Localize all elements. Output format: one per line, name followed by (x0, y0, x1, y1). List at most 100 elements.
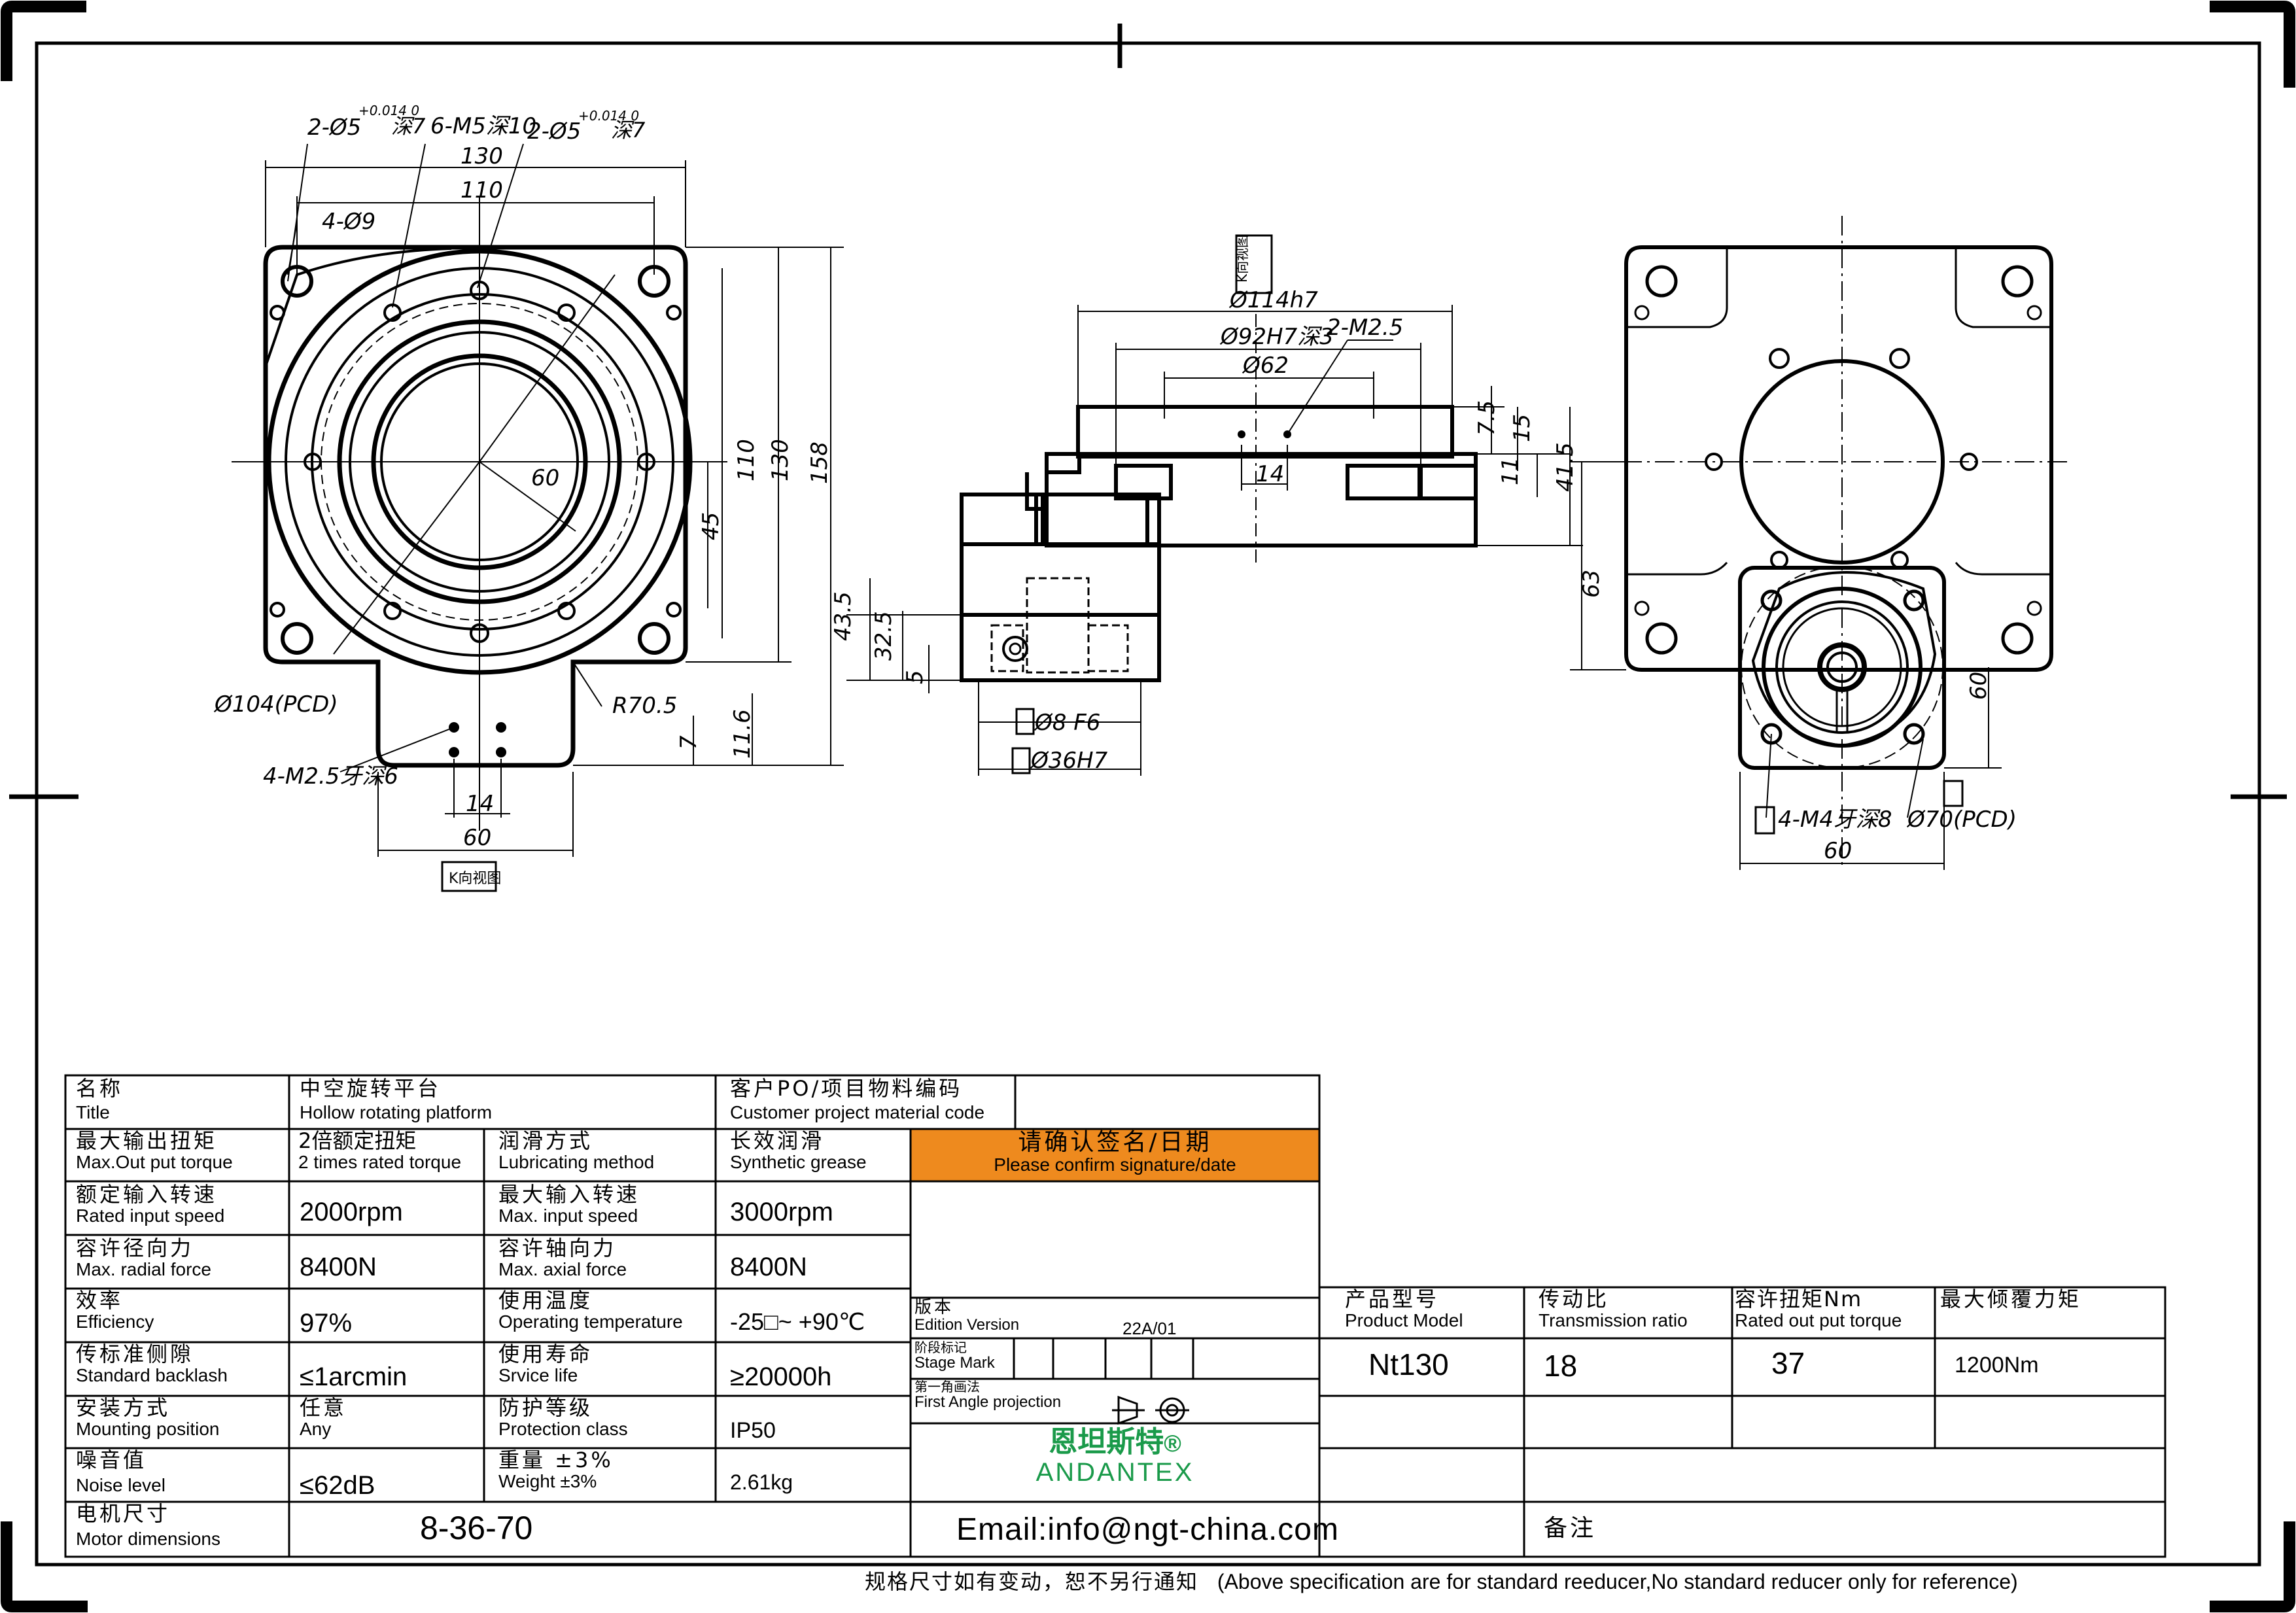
title-value: 中空旋转平台 Hollow rotating platform (300, 1076, 493, 1122)
label-dim-14-bottom: 14 (466, 791, 494, 817)
label-dim-7-5: 7.5 (1474, 400, 1500, 436)
label-dim-158: 158 (807, 442, 833, 484)
spec-row-2-rlabel: 最大输入转速 Max. input speed (498, 1182, 640, 1226)
label-d62: Ø62 (1242, 353, 1289, 379)
label-r70: R70.5 (612, 693, 677, 719)
label-dim-15: 15 (1509, 414, 1535, 442)
ratio-value: 18 (1544, 1349, 1578, 1383)
label-dim-43-5: 43.5 (830, 591, 856, 641)
spec-row-7-rvalue: 2.61kg (730, 1470, 793, 1494)
label-dim-41-5: 41.5 (1552, 442, 1578, 492)
brand-mark: ® (1164, 1430, 1181, 1457)
spec-row-1-rvalue: 长效润滑 Synthetic grease (730, 1128, 867, 1172)
label-dim-60-motor: 60 (1824, 838, 1852, 864)
label-dim-60-right: 60 (1966, 672, 1992, 700)
tilt-label: 最大倾覆力矩 (1940, 1287, 2082, 1311)
label-d114: Ø114h7 (1228, 287, 1318, 313)
spec-row-4-rlabel: 使用温度 Operating temperature (498, 1288, 683, 1332)
label-hole-a-depth: 深7 (391, 114, 426, 139)
label-pcd-104: Ø104(PCD) (213, 691, 338, 718)
datum-d-box (1754, 806, 1775, 835)
spec-row-2-value: 2000rpm (300, 1198, 403, 1226)
stage-label: 阶段标记 Stage Mark (914, 1340, 995, 1372)
spec-row-5-label: 传标准侧隙 Standard backlash (76, 1342, 228, 1385)
label-angle-60: 60 (531, 465, 559, 491)
torque-value: 37 (1771, 1346, 1805, 1380)
model-value: Nt130 (1368, 1347, 1449, 1381)
spec-row-6-rvalue: IP50 (730, 1418, 776, 1443)
side-adapter (960, 493, 1161, 682)
side-platform (1025, 405, 1478, 547)
spec-row-1-label: 最大输出扭矩 Max.Out put torque (76, 1128, 233, 1172)
side-view (846, 234, 1583, 776)
spec-row-5-rlabel: 使用寿命 Srvice life (498, 1342, 593, 1385)
edition-value: 22A/01 (1122, 1319, 1177, 1338)
k-corner-holes (1634, 265, 2042, 655)
spec-row-5-rvalue: ≥20000h (730, 1362, 832, 1391)
side-hidden (990, 577, 1129, 674)
k-flange-outline (1624, 245, 2053, 672)
projection-label: 第一角画法 First Angle projection (914, 1379, 1062, 1411)
spec-row-2-label: 额定输入转速 Rated input speed (76, 1182, 225, 1226)
label-hole-b: 2-Ø5 (527, 118, 581, 145)
torque-label: 容许扭矩Nm Rated out put torque (1735, 1287, 1902, 1330)
brand-logo: 恩坦斯特® ANDANTEX (911, 1427, 1319, 1486)
tilt-value: 1200Nm (1955, 1353, 2039, 1378)
motor-label: 电机尺寸 Motor dimensions (76, 1501, 220, 1549)
label-dim-63: 63 (1578, 570, 1605, 598)
footer-note: 规格尺寸如有变动，恕不另行通知 (Above specification are… (865, 1569, 2018, 1594)
spec-row-6-label: 安装方式 Mounting position (76, 1395, 220, 1439)
label-dim-110-right: 110 (733, 439, 759, 481)
motor-value: 8-36-70 (420, 1510, 533, 1546)
edition-label: 版本 Edition Version (914, 1298, 1020, 1334)
spec-row-1-value: 2倍额定扭矩 2 times rated torque (298, 1128, 462, 1172)
remark-label: 备注 (1544, 1515, 1597, 1542)
title-label: 名称 Title (76, 1076, 124, 1122)
spec-row-1-rlabel: 润滑方式 Lubricating method (498, 1128, 655, 1172)
email-text: Email:info@ngt-china.com (956, 1512, 1339, 1547)
label-dim-5: 5 (902, 670, 928, 684)
label-tap-top: 6-M5深10 (430, 113, 536, 139)
label-hole-a: 2-Ø5 (307, 114, 361, 141)
spec-row-3-label: 容许径向力 Max. radial force (76, 1236, 211, 1279)
label-dim-45: 45 (698, 512, 724, 540)
brand-name-cn: 恩坦斯特 (1049, 1425, 1164, 1459)
label-d92: Ø92H7深3 (1219, 324, 1334, 350)
label-pcd-70: Ø70(PCD) (1906, 806, 2017, 833)
footer-note-en: (Above specification are for standard re… (1217, 1570, 2018, 1593)
label-dim-130-top: 130 (461, 143, 503, 169)
spec-row-4-rvalue: -25□~ +90℃ (730, 1308, 865, 1335)
side-dims (846, 305, 1583, 776)
label-m25-side: 2-M2.5 (1327, 315, 1403, 341)
spec-row-3-rvalue: 8400N (730, 1253, 807, 1281)
footer-note-cn: 规格尺寸如有变动，恕不另行通知 (865, 1569, 1199, 1594)
spec-row-6-rlabel: 防护等级 Protection class (498, 1395, 628, 1439)
label-dim-11-6: 11.6 (729, 709, 756, 759)
spec-row-2-rvalue: 3000rpm (730, 1198, 833, 1226)
label-k-marker: K向视图 (1234, 235, 1250, 283)
label-hole-b-depth: 深7 (611, 118, 646, 143)
label-k-view: K向视图 (449, 871, 501, 887)
label-tap-m25: 4-M2.5牙深6 (263, 763, 398, 789)
spec-row-6-value: 任意 Any (300, 1395, 347, 1439)
label-holes-4: 4-Ø9 (322, 209, 375, 235)
label-dim-130-right: 130 (767, 439, 793, 481)
label-d36: Ø36H7 (1030, 748, 1108, 774)
label-dim-32-5: 32.5 (871, 611, 897, 661)
label-d8: Ø8 F6 (1034, 710, 1100, 736)
spec-row-3-rlabel: 容许轴向力 Max. axial force (498, 1236, 627, 1279)
spec-row-7-label: 噪音值 Noise level (76, 1448, 165, 1495)
label-dim-14-side: 14 (1256, 461, 1284, 487)
front-leaders (287, 143, 616, 772)
spec-row-5-value: ≤1arcmin (300, 1362, 408, 1391)
spec-row-4-value: 97% (300, 1309, 353, 1338)
spec-row-3-value: 8400N (300, 1253, 377, 1281)
label-dim-11: 11 (1497, 457, 1523, 485)
spec-row-7-value: ≤62dB (300, 1471, 375, 1500)
first-angle-projection-icon (1112, 1395, 1189, 1425)
label-dim-7: 7 (676, 735, 702, 750)
ratio-label: 传动比 Transmission ratio (1539, 1287, 1688, 1330)
label-dim-60-bottom: 60 (463, 825, 491, 851)
model-label: 产品型号 Product Model (1345, 1287, 1463, 1330)
label-dim-110-top: 110 (461, 177, 503, 203)
